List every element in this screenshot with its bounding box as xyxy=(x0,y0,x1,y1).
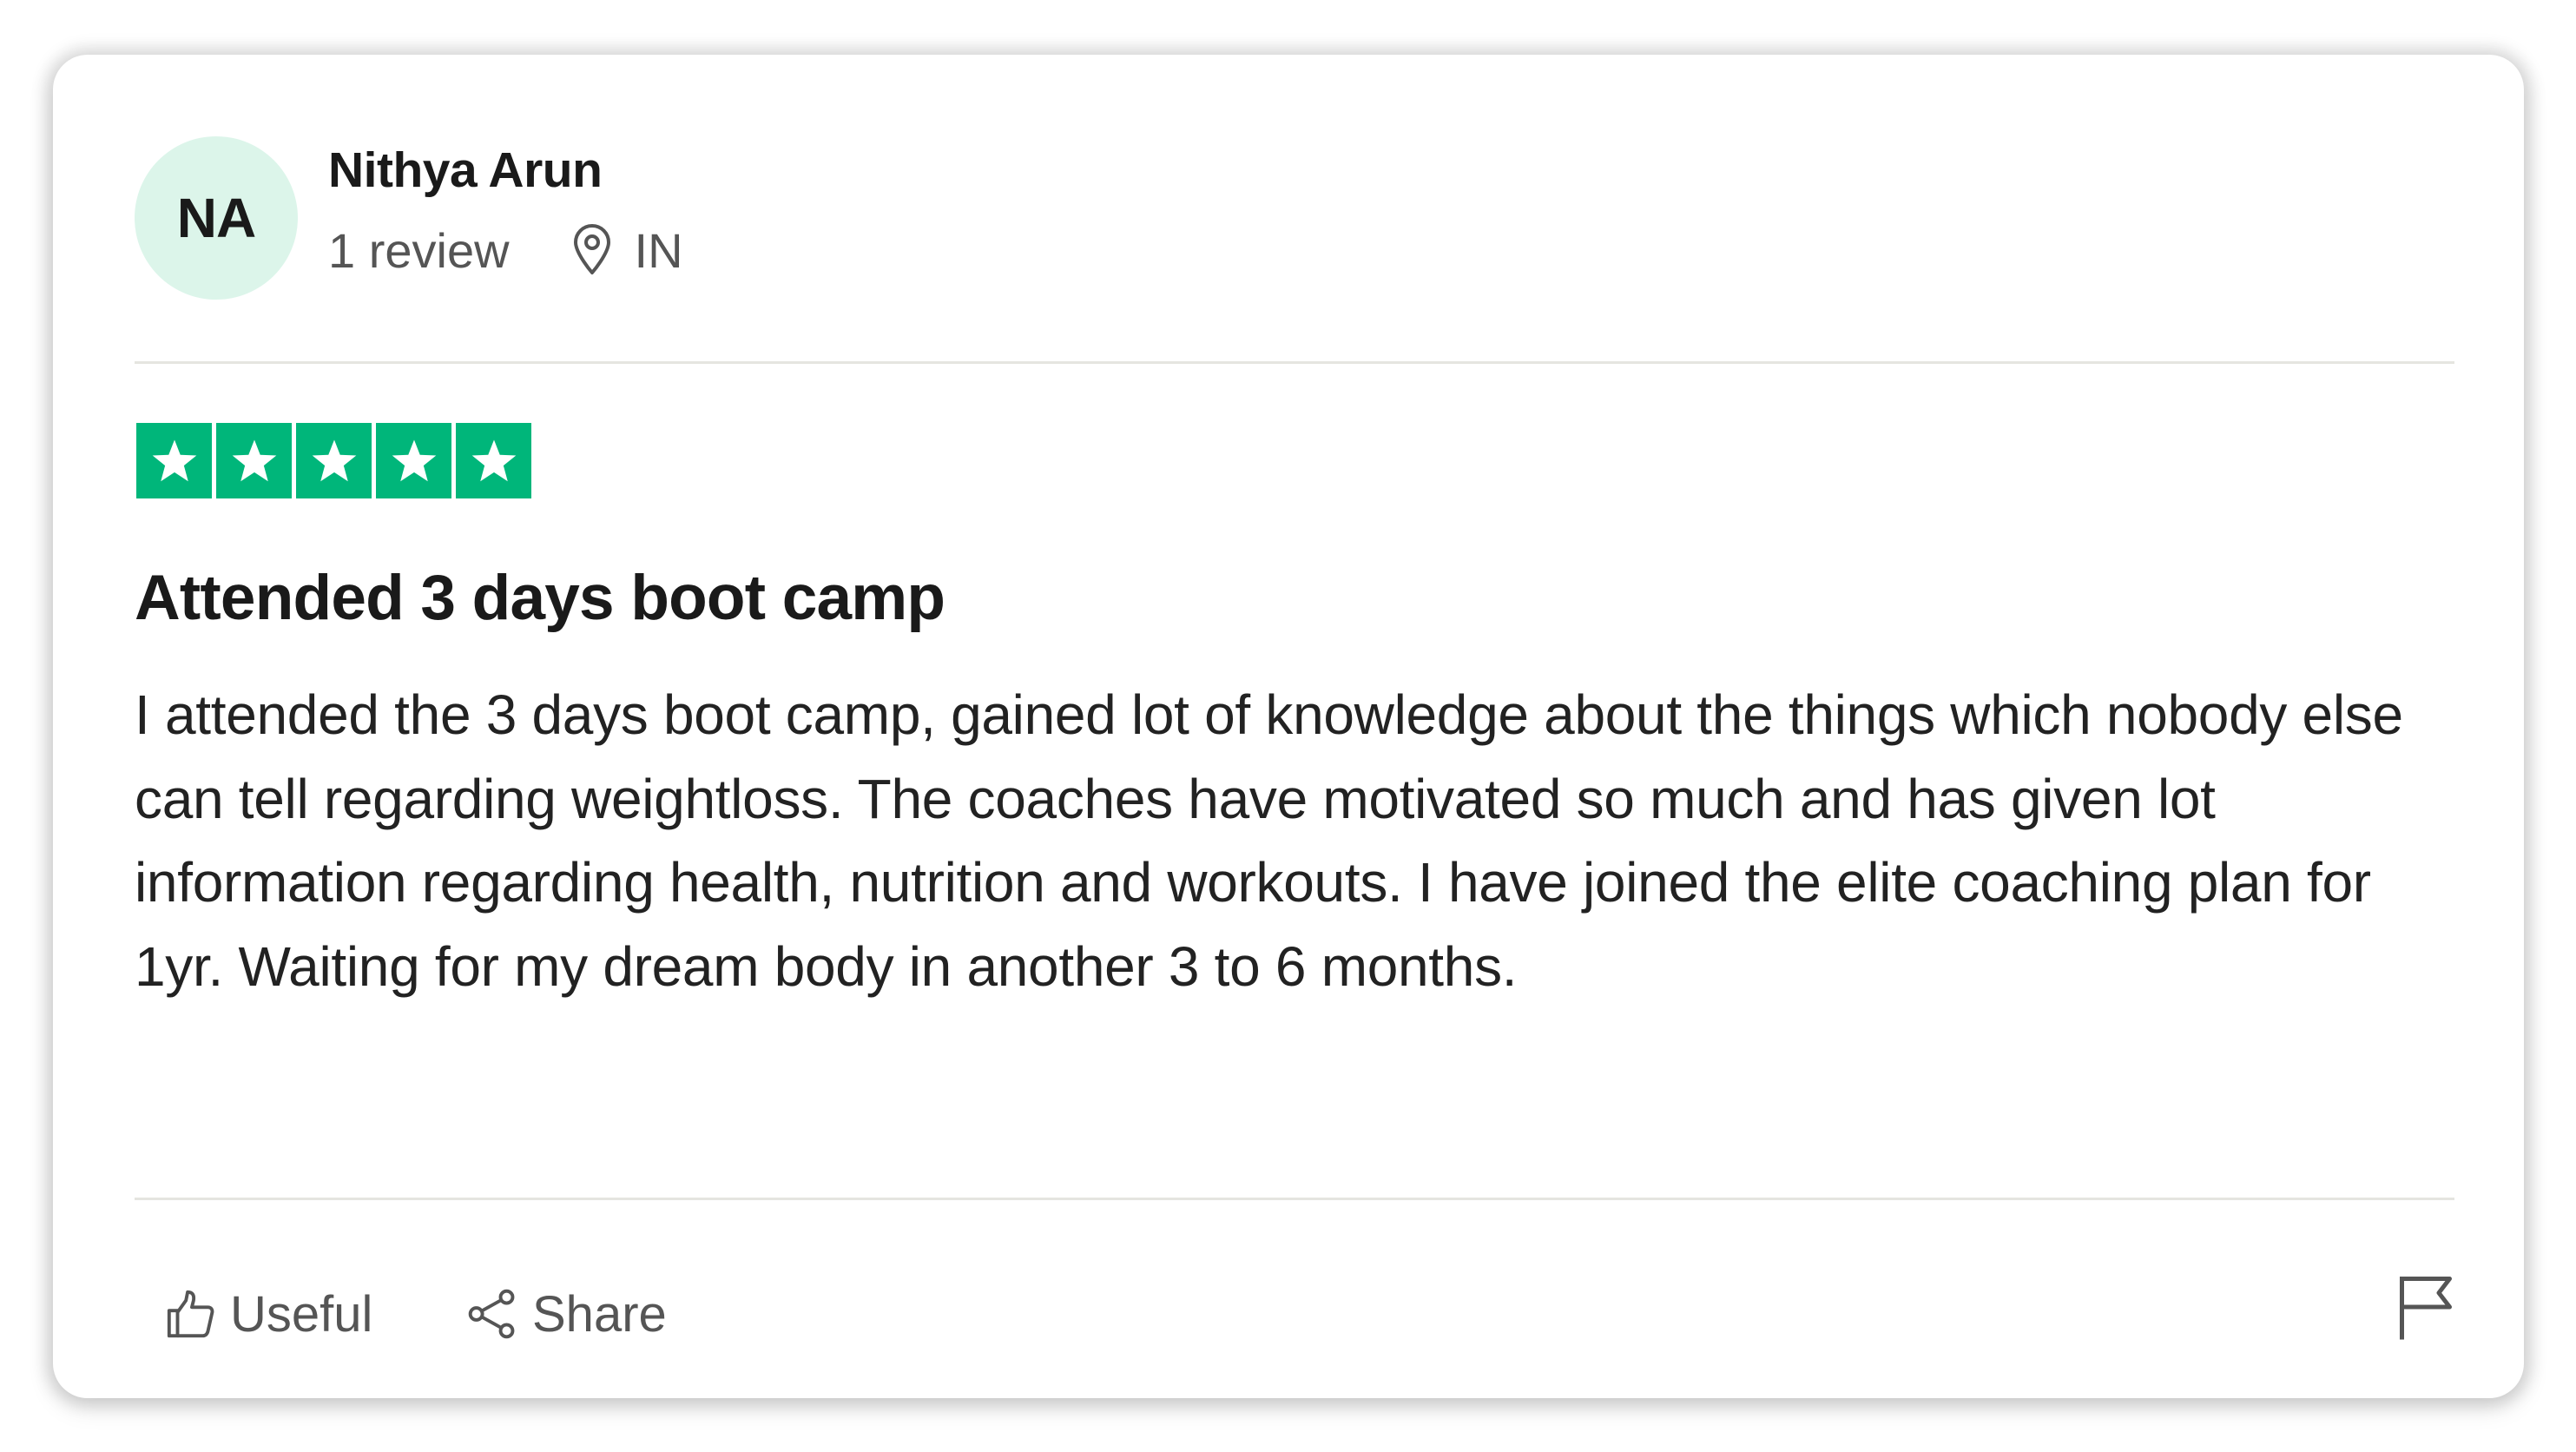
reviewer-meta: 1 review IN xyxy=(328,220,683,280)
footer-divider xyxy=(135,1198,2454,1200)
reviewer-country: IN xyxy=(634,222,683,278)
useful-button[interactable]: Useful xyxy=(164,1279,372,1349)
review-card: NA Nithya Arun 1 review IN Attended 3 da… xyxy=(53,55,2524,1398)
star-icon xyxy=(376,423,451,498)
review-title[interactable]: Attended 3 days boot camp xyxy=(135,562,945,634)
location-pin-icon xyxy=(570,224,614,276)
share-label: Share xyxy=(532,1285,667,1343)
thumbs-up-icon xyxy=(164,1287,218,1341)
useful-label: Useful xyxy=(230,1285,373,1343)
review-count: 1 review xyxy=(328,222,510,278)
review-body: I attended the 3 days boot camp, gained … xyxy=(135,683,2403,998)
avatar-initials: NA xyxy=(176,187,256,249)
share-icon xyxy=(466,1287,520,1341)
star-icon xyxy=(296,423,372,498)
avatar[interactable]: NA xyxy=(135,136,298,300)
flag-icon[interactable] xyxy=(2395,1272,2456,1342)
star-icon xyxy=(136,423,212,498)
star-rating xyxy=(136,423,531,498)
share-button[interactable]: Share xyxy=(466,1279,667,1349)
star-icon xyxy=(456,423,531,498)
reviewer-name[interactable]: Nithya Arun xyxy=(328,142,603,199)
star-icon xyxy=(216,423,292,498)
header-divider xyxy=(135,361,2454,364)
